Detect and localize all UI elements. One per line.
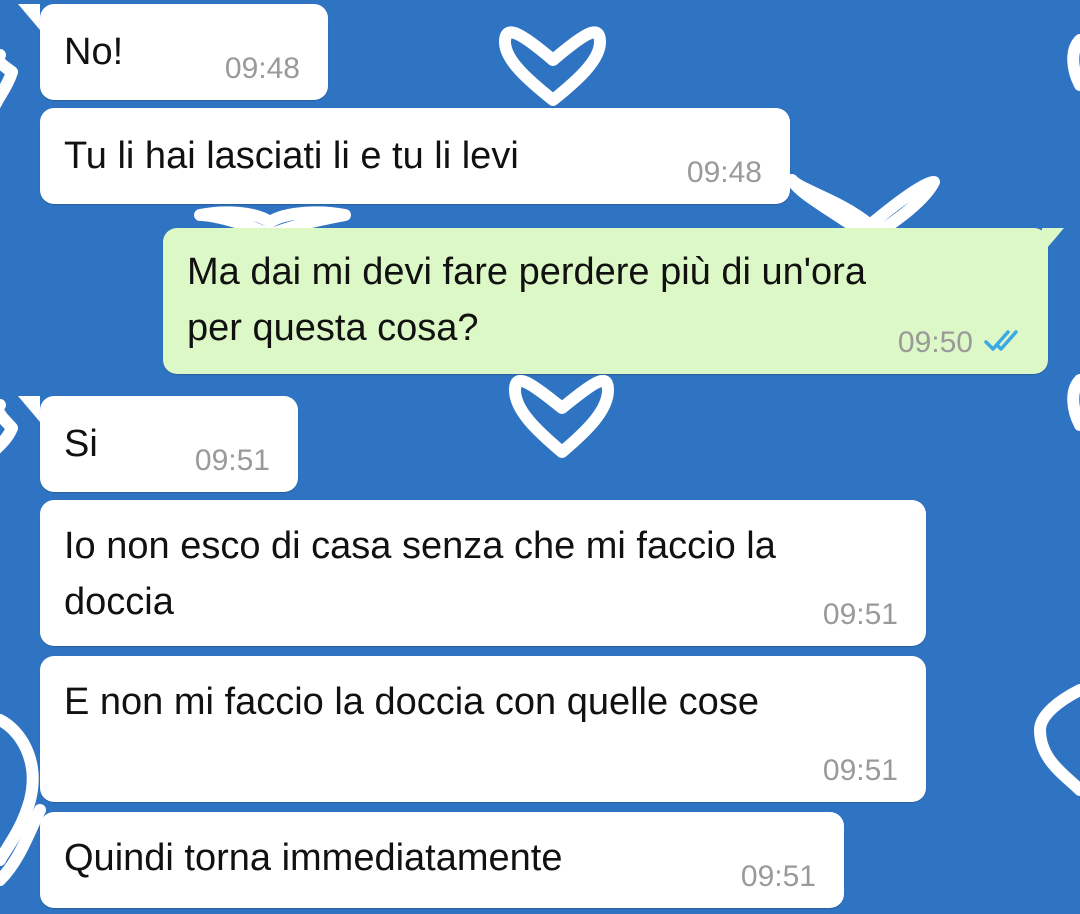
message-timestamp: 09:48 [686,156,762,189]
incoming-message-bubble[interactable]: Si 09:51 [40,396,298,492]
message-timestamp: 09:51 [194,444,270,477]
message-timestamp: 09:51 [822,598,898,631]
incoming-bubble-tail [18,4,40,30]
heart-icon [1067,34,1080,91]
incoming-message-bubble[interactable]: E non mi faccio la doccia con quelle cos… [40,656,926,802]
message-text: Quindi torna immediatamente [64,837,563,879]
double-check-icon [984,330,1018,351]
heart-icon [499,26,606,106]
heart-icon [1067,374,1080,431]
message-timestamp: 09:48 [224,52,300,85]
message-timestamp: 09:50 [897,326,973,359]
message-timestamp: 09:51 [740,860,816,893]
message-timestamp: 09:51 [822,754,898,787]
incoming-message-bubble[interactable]: Tu li hai lasciati li e tu li levi 09:48 [40,108,790,204]
message-text: No! [64,31,124,73]
heart-icon [1034,684,1080,796]
heart-icon [0,49,18,109]
incoming-message-bubble[interactable]: Quindi torna immediatamente 09:51 [40,812,844,908]
message-text: Io non esco di casa senza che mi faccio … [64,525,776,623]
incoming-message-bubble[interactable]: No! 09:48 [40,4,328,100]
message-text: Ma dai mi devi fare perdere più di un'or… [187,251,866,349]
heart-icon [509,374,614,458]
outgoing-message-bubble[interactable]: Ma dai mi devi fare perdere più di un'or… [163,228,1048,374]
message-text: E non mi faccio la doccia con quelle cos… [64,681,759,723]
message-text: Tu li hai lasciati li e tu li levi [64,135,519,177]
message-text: Si [64,423,98,465]
heart-icon [0,399,18,454]
incoming-message-bubble[interactable]: Io non esco di casa senza che mi faccio … [40,500,926,646]
incoming-bubble-tail [18,396,40,422]
